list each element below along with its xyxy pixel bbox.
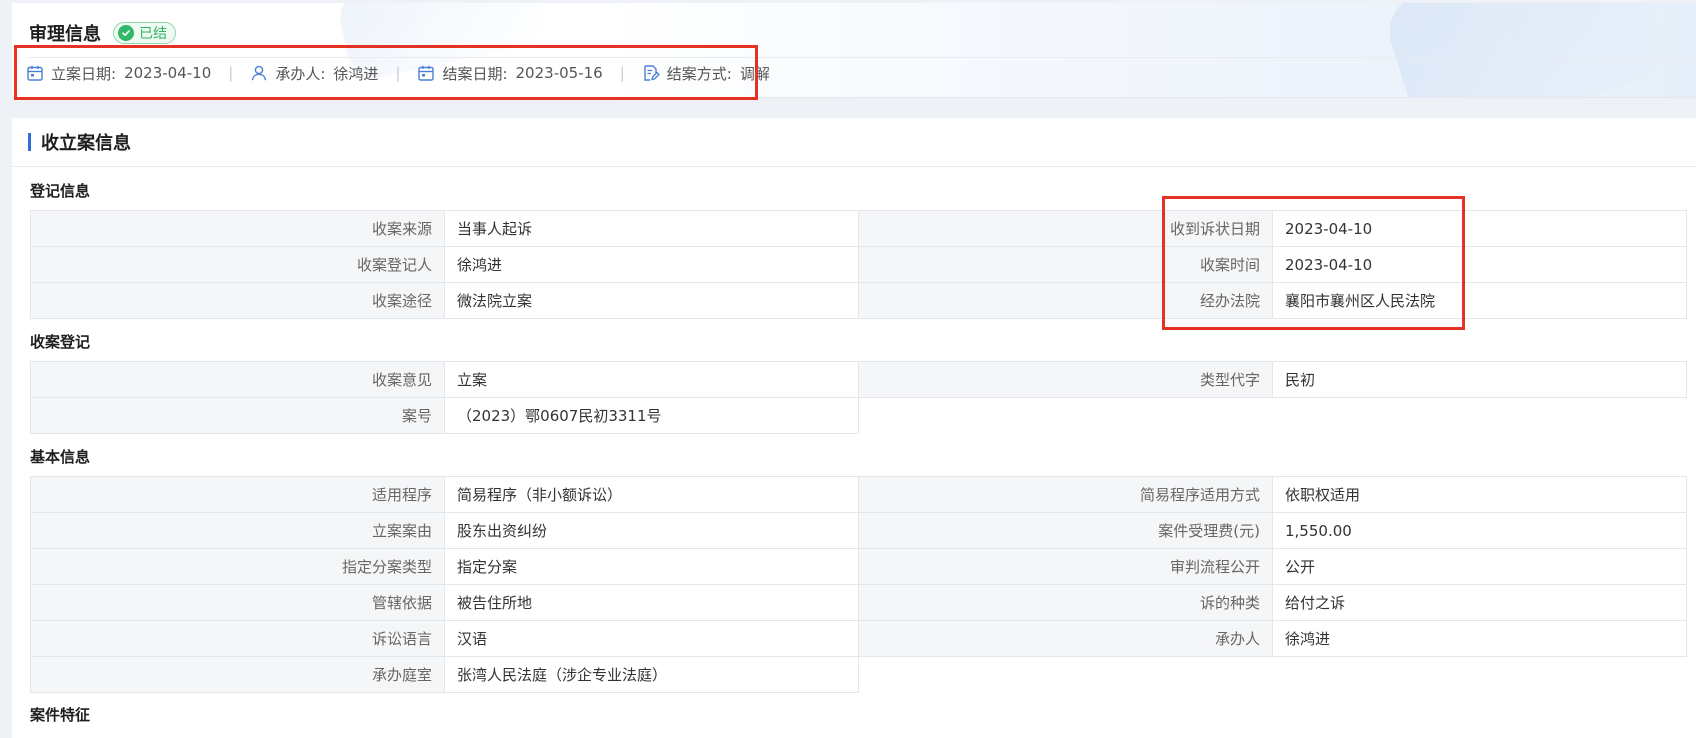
field-value: 给付之诉	[1272, 584, 1687, 621]
field-value: 被告住所地	[444, 584, 859, 621]
group-title: 登记信息	[30, 182, 91, 200]
title-row: 审理信息 已结	[29, 21, 176, 45]
table-row: 案号 （2023）鄂0607民初3311号	[30, 397, 1687, 434]
field-label: 收案登记人	[30, 246, 445, 283]
table-row: 立案案由 股东出资纠纷 案件受理费(元) 1,550.00	[30, 512, 1687, 549]
field-label: 诉的种类	[858, 584, 1273, 621]
section-header: 收立案信息	[12, 118, 1696, 167]
field-label: 收案途径	[30, 282, 445, 319]
field-label: 承办庭室	[30, 656, 445, 693]
highlight-box	[1162, 196, 1465, 330]
field-label: 承办人	[858, 620, 1273, 657]
header-decoration	[1379, 3, 1673, 97]
section-title: 收立案信息	[41, 133, 131, 154]
field-label: 案件受理费(元)	[858, 512, 1273, 549]
field-label: 适用程序	[30, 476, 445, 513]
field-value: 依职权适用	[1272, 476, 1687, 513]
check-circle-icon	[118, 25, 134, 41]
table-row: 诉讼语言 汉语 承办人 徐鸿进	[30, 620, 1687, 657]
table-row: 管辖依据 被告住所地 诉的种类 给付之诉	[30, 584, 1687, 621]
status-badge: 已结	[113, 22, 176, 44]
group-title: 案件特征	[30, 706, 91, 724]
field-label: 指定分案类型	[30, 548, 445, 585]
field-label: 类型代字	[858, 361, 1273, 398]
table-row: 适用程序 简易程序（非小额诉讼） 简易程序适用方式 依职权适用	[30, 476, 1687, 513]
case-registration-table: 收案意见 立案 类型代字 民初 案号 （2023）鄂0607民初3311号	[30, 361, 1687, 434]
field-label: 立案案由	[30, 512, 445, 549]
field-label: 诉讼语言	[30, 620, 445, 657]
field-label: 简易程序适用方式	[858, 476, 1273, 513]
field-value: 当事人起诉	[444, 210, 859, 247]
group-title: 收案登记	[30, 333, 91, 351]
page-title: 审理信息	[29, 24, 101, 45]
table-row: 指定分案类型 指定分案 审判流程公开 公开	[30, 548, 1687, 585]
highlight-box	[14, 45, 758, 100]
field-value: 简易程序（非小额诉讼）	[444, 476, 859, 513]
table-row: 收案意见 立案 类型代字 民初	[30, 361, 1687, 398]
field-value: 徐鸿进	[444, 246, 859, 283]
field-value: 股东出资纠纷	[444, 512, 859, 549]
field-value: 立案	[444, 361, 859, 398]
field-label: 案号	[30, 397, 445, 434]
field-value: 汉语	[444, 620, 859, 657]
field-value: 民初	[1272, 361, 1687, 398]
status-text: 已结	[139, 26, 167, 42]
field-label: 审判流程公开	[858, 548, 1273, 585]
field-value: 张湾人民法庭（涉企专业法庭）	[444, 656, 859, 693]
field-value: 指定分案	[444, 548, 859, 585]
field-label: 管辖依据	[30, 584, 445, 621]
field-value: （2023）鄂0607民初3311号	[444, 397, 859, 434]
field-label: 收案来源	[30, 210, 445, 247]
field-value: 徐鸿进	[1272, 620, 1687, 657]
field-label: 收案意见	[30, 361, 445, 398]
field-value: 1,550.00	[1272, 512, 1687, 549]
basic-info-table: 适用程序 简易程序（非小额诉讼） 简易程序适用方式 依职权适用 立案案由 股东出…	[30, 476, 1687, 693]
section-accent-bar	[28, 133, 31, 151]
table-row: 承办庭室 张湾人民法庭（涉企专业法庭）	[30, 656, 1687, 693]
field-value: 微法院立案	[444, 282, 859, 319]
field-value: 公开	[1272, 548, 1687, 585]
group-title: 基本信息	[30, 448, 91, 466]
